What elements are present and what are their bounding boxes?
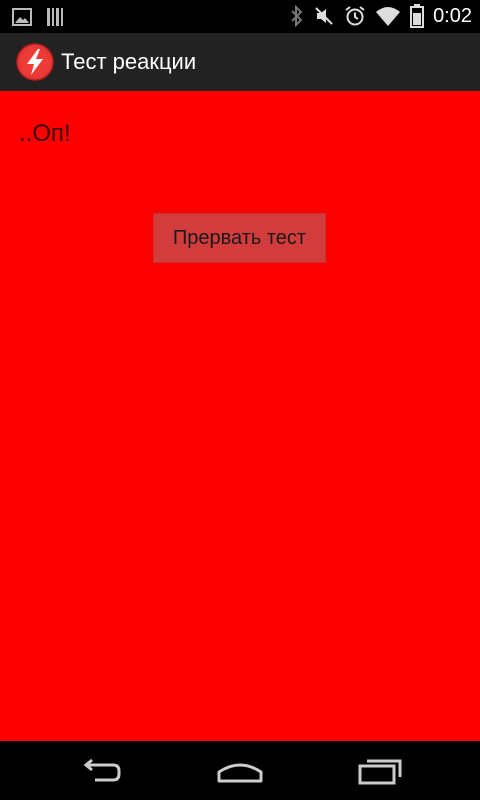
back-button[interactable] (68, 755, 132, 787)
status-time: 0:02 (433, 5, 472, 27)
reaction-test-area[interactable]: ..Оп! Прервать тест (0, 91, 480, 741)
bluetooth-icon (291, 5, 303, 27)
recents-icon (358, 759, 402, 785)
recents-button[interactable] (349, 755, 413, 787)
abort-test-button[interactable]: Прервать тест (153, 213, 326, 263)
status-message: ..Оп! (19, 120, 71, 147)
status-notifications (12, 7, 66, 27)
navigation-bar (0, 741, 480, 800)
wifi-icon (376, 7, 401, 26)
alarm-icon (345, 6, 365, 26)
screen: 0:02 Тест реакции ..Оп! Прервать тест (0, 0, 480, 800)
action-bar: Тест реакции (0, 33, 480, 91)
image-notification-icon (12, 8, 32, 26)
lightning-app-icon (16, 43, 54, 81)
battery-icon (410, 4, 425, 28)
mute-icon (315, 7, 333, 25)
status-bar: 0:02 (0, 0, 480, 33)
back-icon (83, 758, 121, 782)
barcode-notification-icon (47, 8, 63, 26)
home-button[interactable] (208, 755, 272, 787)
app-title: Тест реакции (61, 49, 197, 74)
home-icon (217, 763, 263, 783)
status-system-icons: 0:02 (290, 4, 472, 28)
